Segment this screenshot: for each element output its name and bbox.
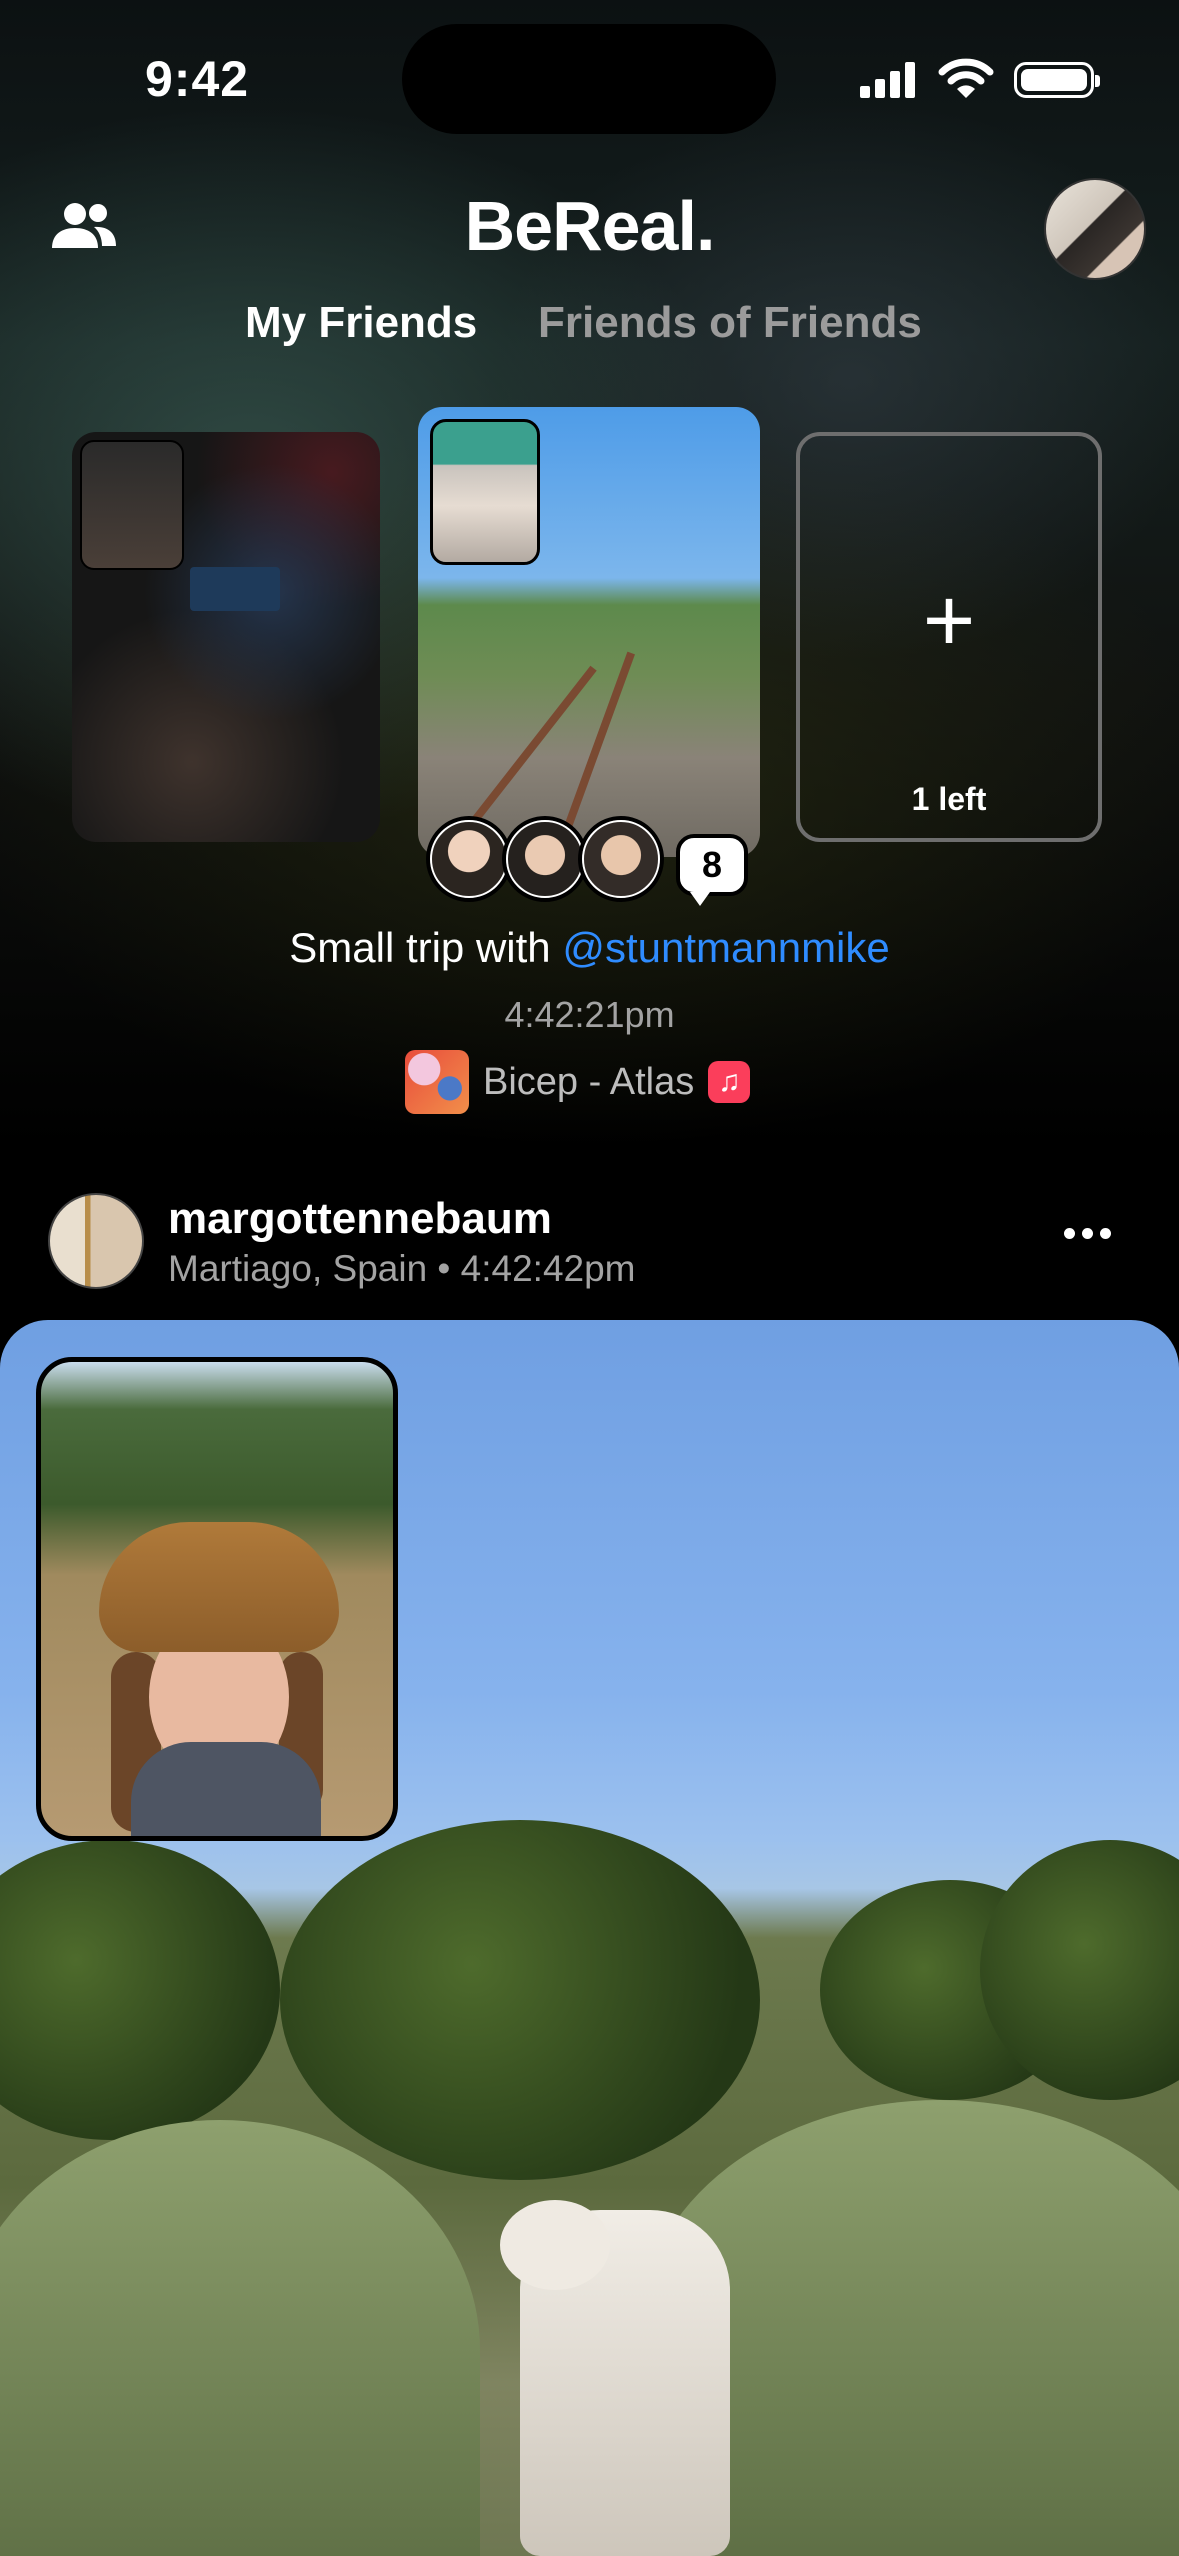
apple-music-icon: ♫: [708, 1061, 751, 1103]
music-attachment[interactable]: Bicep - Atlas ♫: [405, 1050, 751, 1114]
post-location-time: Martiago, Spain • 4:42:42pm: [168, 1248, 636, 1289]
tab-my-friends[interactable]: My Friends: [245, 298, 477, 348]
post-author-avatar[interactable]: [48, 1193, 144, 1289]
reaction-avatar[interactable]: [426, 816, 512, 902]
remaining-count: 1 left: [911, 781, 987, 817]
caption-mention-link[interactable]: @stuntmannmike: [562, 924, 889, 971]
wifi-icon: [938, 58, 994, 98]
tab-friends-of-friends[interactable]: Friends of Friends: [538, 298, 922, 348]
reaction-avatar[interactable]: [502, 816, 588, 902]
reaction-avatar[interactable]: [578, 816, 664, 902]
add-bereal-button[interactable]: + 1 left: [796, 432, 1102, 842]
bereal-time: 4:42:21pm: [504, 994, 675, 1035]
song-title: Bicep - Atlas: [483, 1060, 695, 1103]
app-title: BeReal.: [464, 187, 716, 265]
dynamic-island: [402, 24, 776, 134]
bucket-hat: [99, 1522, 339, 1652]
battery-icon: [1014, 62, 1100, 98]
album-art: [405, 1050, 469, 1114]
comment-count-bubble[interactable]: 8: [676, 834, 748, 906]
caption-text: Small trip with: [289, 924, 563, 971]
bereal-caption: Small trip with @stuntmannmike: [0, 924, 1179, 972]
plus-icon: +: [922, 571, 976, 671]
profile-avatar[interactable]: [1044, 178, 1146, 280]
front-camera-thumbnail: [80, 440, 184, 570]
my-bereal-card-2[interactable]: [418, 407, 760, 857]
front-camera-thumbnail: [430, 419, 540, 565]
my-bereal-card-1[interactable]: [72, 432, 380, 842]
more-options-icon[interactable]: [1060, 1224, 1116, 1244]
status-time: 9:42: [145, 51, 250, 107]
cellular-signal-icon: [860, 62, 916, 98]
post-username[interactable]: margottennebaum: [168, 1194, 552, 1244]
car-screen: [190, 567, 280, 611]
post-front-camera-photo[interactable]: [36, 1357, 398, 1841]
